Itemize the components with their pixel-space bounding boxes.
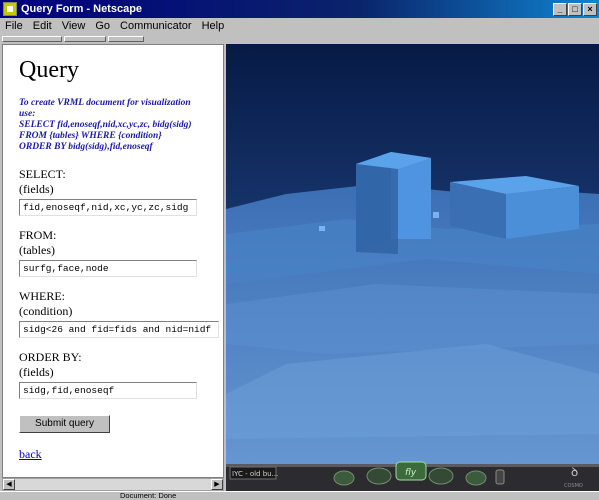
select-fields-input[interactable]: fid,enoseqf,nid,xc,yc,zc,sidg: [19, 199, 197, 216]
select-sublabel: (fields): [19, 182, 54, 196]
instruction-line: ORDER BY bidg(sidg),fid,enoseqf: [19, 142, 153, 152]
orderby-fields-input[interactable]: sidg,fid,enoseqf: [19, 382, 197, 399]
menu-help[interactable]: Help: [197, 20, 230, 32]
from-sublabel: (tables): [19, 243, 55, 257]
toolbar-grip[interactable]: [0, 34, 150, 44]
menu-communicator[interactable]: Communicator: [115, 20, 197, 32]
scroll-right-button[interactable]: ▶: [211, 479, 223, 490]
from-label: FROM:: [19, 228, 57, 242]
instruction-line: use:: [19, 109, 36, 119]
grip-handle-2[interactable]: [64, 36, 106, 42]
vrml-scene[interactable]: IYC - old bu... fly ꝺ COSMO: [226, 44, 599, 491]
maximize-button[interactable]: □: [568, 2, 582, 16]
where-label: WHERE:: [19, 289, 65, 303]
window-titlebar[interactable]: Query Form - Netscape _ □ ×: [0, 0, 599, 18]
select-label: SELECT:: [19, 167, 66, 181]
query-form-frame: Query To create VRML document for visual…: [2, 44, 224, 478]
window-title: Query Form - Netscape: [21, 3, 143, 15]
from-tables-input[interactable]: surfg,face,node: [19, 260, 197, 277]
page-title: Query: [19, 57, 79, 83]
walk-icon[interactable]: [366, 467, 392, 485]
back-link[interactable]: back: [19, 447, 223, 462]
close-button[interactable]: ×: [583, 2, 597, 16]
grip-handle-1[interactable]: [2, 36, 62, 42]
menu-bar: File Edit View Go Communicator Help: [0, 18, 599, 34]
tilt-icon[interactable]: [465, 470, 487, 486]
orderby-sublabel: (fields): [19, 365, 54, 379]
slide-icon[interactable]: [428, 467, 454, 485]
submit-query-button[interactable]: Submit query: [19, 415, 110, 433]
menu-edit[interactable]: Edit: [28, 20, 57, 32]
move-icon[interactable]: [333, 470, 355, 486]
vrml-viewer[interactable]: IYC - old bu... fly ꝺ COSMO: [226, 44, 599, 491]
fly-label: fly: [405, 468, 417, 478]
instruction-line: FROM {tables} WHERE {condition}: [19, 131, 162, 141]
scroll-left-button[interactable]: ◀: [3, 479, 15, 490]
orderby-label: ORDER BY:: [19, 350, 82, 364]
where-condition-input[interactable]: sidg<26 and fid=fids and nid=nidf: [19, 321, 219, 338]
instruction-line: SELECT fid,enoseqf,nid,xc,yc,zc, bidg(si…: [19, 120, 192, 130]
menu-go[interactable]: Go: [90, 20, 115, 32]
menu-view[interactable]: View: [57, 20, 91, 32]
instructions: To create VRML document for visualizatio…: [19, 98, 223, 153]
where-sublabel: (condition): [19, 304, 73, 318]
grip-handle-3[interactable]: [108, 36, 144, 42]
viewer-location-label: IYC - old bu...: [232, 470, 278, 478]
menu-file[interactable]: File: [0, 20, 28, 32]
cosmo-logo: ꝺ: [571, 465, 578, 479]
brand-label: COSMO: [564, 483, 583, 489]
netscape-icon: [3, 2, 17, 16]
small-object: [319, 226, 325, 231]
pan-icon[interactable]: [495, 469, 505, 485]
building-front: [356, 164, 398, 254]
minimize-button[interactable]: _: [553, 2, 567, 16]
small-object: [433, 212, 439, 218]
instruction-line: To create VRML document for visualizatio…: [19, 98, 191, 108]
horizontal-scrollbar[interactable]: ◀ ▶: [2, 478, 224, 491]
